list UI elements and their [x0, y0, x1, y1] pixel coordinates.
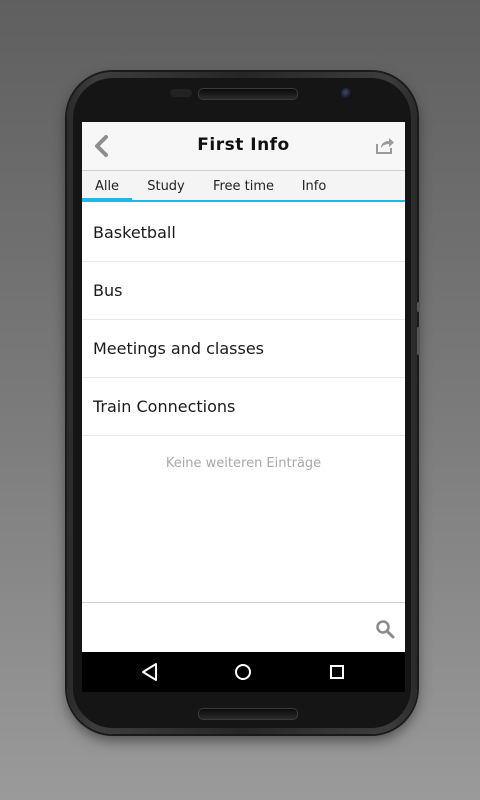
nav-recents-button[interactable]: [325, 660, 349, 684]
category-list: Basketball Bus Meetings and classes Trai…: [82, 204, 405, 436]
app-screen: First Info Alle Study Free time Info Bas…: [82, 122, 405, 692]
tab-info[interactable]: Info: [296, 171, 332, 201]
search-bar: [82, 602, 405, 653]
nav-back-icon: [142, 663, 157, 681]
nav-back-button[interactable]: [138, 660, 162, 684]
bottom-speaker: [198, 708, 298, 720]
share-button[interactable]: [375, 136, 395, 156]
search-button[interactable]: [375, 619, 395, 639]
nav-home-button[interactable]: [231, 660, 255, 684]
tab-study[interactable]: Study: [140, 171, 192, 201]
list-item-train-connections[interactable]: Train Connections: [82, 378, 405, 436]
tab-label: Study: [147, 179, 185, 194]
proximity-sensor: [170, 89, 192, 97]
search-input[interactable]: [90, 611, 364, 647]
chevron-left-icon: [95, 135, 108, 157]
tab-label: Info: [301, 179, 327, 194]
system-nav-bar: [82, 652, 405, 692]
tab-alle[interactable]: Alle: [82, 171, 132, 202]
earpiece-speaker: [198, 88, 298, 100]
tab-bar: Alle Study Free time Info: [82, 170, 405, 202]
list-item-meetings[interactable]: Meetings and classes: [82, 320, 405, 378]
power-button: [417, 302, 420, 312]
nav-recents-icon: [330, 665, 344, 679]
list-item-basketball[interactable]: Basketball: [82, 204, 405, 262]
title-bar: First Info: [82, 122, 405, 170]
tab-label: Free time: [212, 179, 275, 194]
page-title: First Info: [197, 135, 290, 155]
list-item-bus[interactable]: Bus: [82, 262, 405, 320]
tab-label: Alle: [94, 179, 120, 194]
back-button[interactable]: [90, 134, 114, 158]
front-camera: [341, 88, 352, 99]
nav-home-icon: [235, 664, 251, 680]
search-icon: [376, 620, 395, 639]
tab-free-time[interactable]: Free time: [206, 171, 281, 201]
volume-button: [417, 327, 420, 355]
share-icon: [376, 138, 394, 154]
no-more-entries-text: Keine weiteren Einträge: [165, 456, 322, 471]
